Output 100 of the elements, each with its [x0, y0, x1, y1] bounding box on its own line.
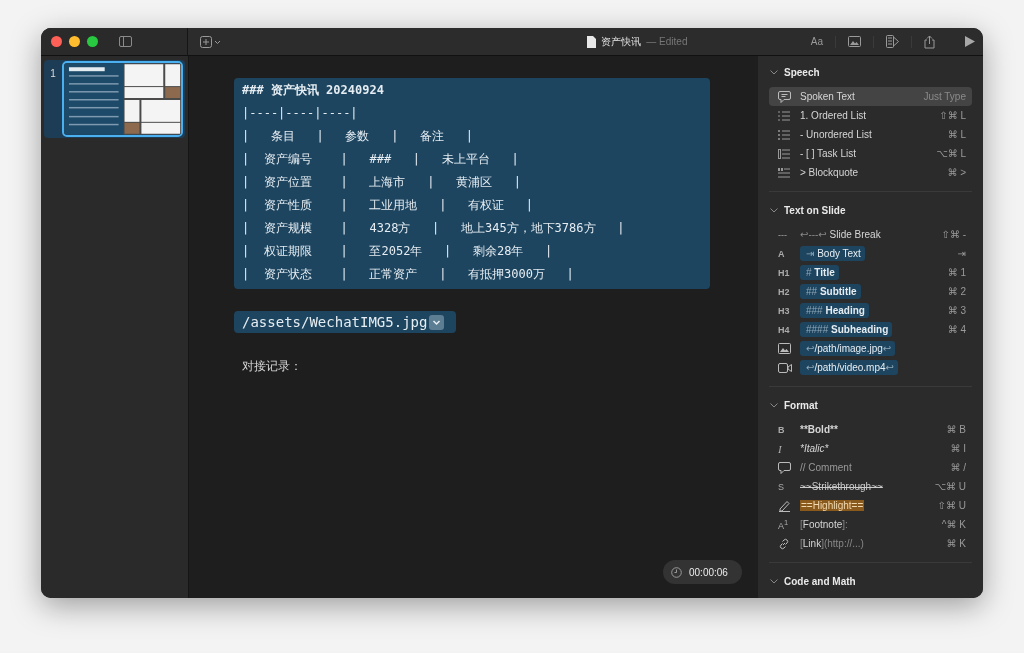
snippet-label: ==Highlight== — [800, 500, 865, 511]
snippet-item[interactable]: B **Bold** ⌘ B — [769, 420, 972, 439]
shortcut-label: ⌘ 1 — [947, 267, 966, 278]
snippet-label: *Italic* — [800, 443, 830, 454]
format-glyph: S — [778, 481, 784, 492]
slide-row[interactable]: 1 — [44, 60, 185, 138]
snippet-item[interactable]: H4 #### Subheading ⌘ 4 — [769, 320, 972, 339]
shortcut-label: ⌥⌘ L — [936, 148, 966, 159]
snippet-label: ### Heading — [800, 303, 869, 318]
chevron-icon[interactable] — [770, 69, 778, 75]
snippet-label: 1. Ordered List — [800, 110, 868, 121]
note-text: 对接记录： — [242, 358, 303, 375]
snippet-label: ↩---↩ Slide Break — [800, 229, 882, 240]
minimize-button[interactable] — [69, 36, 80, 47]
code-block[interactable] — [234, 78, 710, 289]
section-title[interactable]: Format — [784, 399, 818, 411]
code-line: | 资产状态 | 正常资产 | 有抵押3000万 | — [242, 266, 575, 283]
shortcut-label: ⇧⌘ L — [939, 110, 966, 121]
code-line: | 条目 | 参数 | 备注 | — [242, 128, 474, 145]
section-title[interactable]: Speech — [784, 66, 820, 78]
video-camera-icon — [778, 362, 792, 373]
snippet-item[interactable]: A$^{1}$ [Footnote]: ^⌘ K — [769, 515, 972, 534]
snippet-label: ⇥ Body Text — [800, 246, 865, 261]
snippet-item[interactable]: --- ↩---↩ Slide Break ⇧⌘ - — [769, 225, 972, 244]
shortcut-label: ⌘ 2 — [947, 286, 966, 297]
chevron-icon[interactable] — [770, 578, 778, 584]
shortcut-label: ⌘ L — [947, 129, 966, 140]
snippet-label: #### Subheading — [800, 322, 893, 337]
font-button[interactable]: Aa — [810, 36, 823, 47]
format-glyph: H4 — [778, 324, 790, 335]
shortcut-label: ⌘ K — [946, 538, 966, 549]
image-icon — [778, 343, 791, 354]
snippet-item[interactable]: A ⇥ Body Text ⇥ — [769, 244, 972, 263]
snippet-label: - [ ] Task List — [800, 148, 857, 159]
shortcut-label: ⇧⌘ U — [937, 500, 966, 511]
format-glyph: A$^{1}$ — [778, 518, 789, 531]
clock-icon — [671, 566, 682, 578]
image-reference[interactable]: /assets/WechatIMG5.jpg — [234, 311, 457, 333]
snippet-item[interactable]: S ~~Strikethrough~~ ⌥⌘ U — [769, 477, 972, 496]
format-glyph: H1 — [778, 267, 790, 278]
format-glyph: B — [778, 424, 785, 435]
numbered-list-icon — [778, 110, 790, 121]
snippet-label: // Comment — [800, 462, 853, 473]
format-glyph: H2 — [778, 286, 790, 297]
share-icon[interactable] — [924, 34, 935, 49]
code-line: |----|----|----| — [242, 105, 359, 122]
section-title[interactable]: Text on Slide — [784, 204, 846, 216]
snippet-item[interactable]: ==Highlight== ⇧⌘ U — [769, 496, 972, 515]
image-icon[interactable] — [848, 36, 861, 47]
snippet-item[interactable]: ↩/path/image.jpg↩ — [769, 339, 972, 358]
comment-icon — [778, 461, 791, 474]
play-icon[interactable] — [965, 36, 975, 47]
chevron-icon[interactable] — [770, 402, 778, 408]
snippet-label: [Link](http://...) — [800, 538, 865, 549]
snippet-item[interactable]: H3 ### Heading ⌘ 3 — [769, 301, 972, 320]
snippet-item[interactable]: I *Italic* ⌘ I — [769, 439, 972, 458]
sidebar-toggle-icon[interactable] — [119, 36, 132, 47]
snippet-item[interactable]: H2 ## Subtitle ⌘ 2 — [769, 282, 972, 301]
shortcut-label: ⌥⌘ U — [934, 481, 966, 492]
snippet-item[interactable]: - [ ] Task List ⌥⌘ L — [769, 144, 972, 163]
speech-bubble-icon — [778, 90, 791, 103]
code-line: | 资产性质 | 工业用地 | 有权证 | — [242, 197, 534, 214]
snippet-label: ## Subtitle — [800, 284, 861, 299]
window-title: 资产快讯 — [601, 34, 642, 49]
format-glyph: I — [778, 442, 782, 455]
shortcut-label: ⇧⌘ - — [941, 229, 966, 240]
snippet-item[interactable]: [Link](http://...) ⌘ K — [769, 534, 972, 553]
snippet-label: ↩/path/video.mp4↩ — [800, 360, 898, 375]
snippet-item[interactable]: ↩/path/video.mp4↩ — [769, 358, 972, 377]
zoom-button[interactable] — [87, 36, 98, 47]
snippet-item[interactable]: Spoken Text Just Type — [769, 87, 972, 106]
section-title[interactable]: Code and Math — [784, 575, 856, 587]
shortcut-label: Just Type — [923, 91, 966, 102]
snippet-item[interactable]: H1 # Title ⌘ 1 — [769, 263, 972, 282]
snippet-label: Spoken Text — [800, 91, 856, 102]
shortcut-label: ⇥ — [957, 248, 966, 259]
link-icon — [778, 537, 790, 550]
caret-icon[interactable] — [429, 314, 445, 330]
chevron-icon[interactable] — [770, 207, 778, 213]
quote-icon — [778, 167, 790, 178]
close-button[interactable] — [51, 36, 62, 47]
shortcut-label: ⌘ B — [946, 424, 966, 435]
snippet-item[interactable]: // Comment ⌘ / — [769, 458, 972, 477]
timer-pill[interactable]: 00:00:06 — [663, 560, 742, 584]
snippet-item[interactable]: - Unordered List ⌘ L — [769, 125, 972, 144]
snippet-label: - Unordered List — [800, 129, 873, 140]
code-line: | 资产规模 | 4328方 | 地上345方，地下3786方 | — [242, 220, 626, 237]
snippet-item[interactable]: > Blockquote ⌘ > — [769, 163, 972, 182]
snippet-item[interactable]: 1. Ordered List ⇧⌘ L — [769, 106, 972, 125]
shortcut-label: ⌘ 4 — [947, 324, 966, 335]
format-glyph: A — [778, 248, 785, 259]
document-icon — [587, 35, 597, 48]
shortcut-label: ⌘ / — [950, 462, 966, 473]
shortcut-label: ⌘ 3 — [947, 305, 966, 316]
snippet-label: [Footnote]: — [800, 519, 849, 530]
slide-number: 1 — [49, 67, 57, 79]
theme-icon[interactable] — [886, 35, 899, 48]
bullet-list-icon — [778, 129, 790, 140]
slide-thumbnail[interactable] — [61, 61, 183, 137]
checklist-icon — [778, 148, 790, 159]
